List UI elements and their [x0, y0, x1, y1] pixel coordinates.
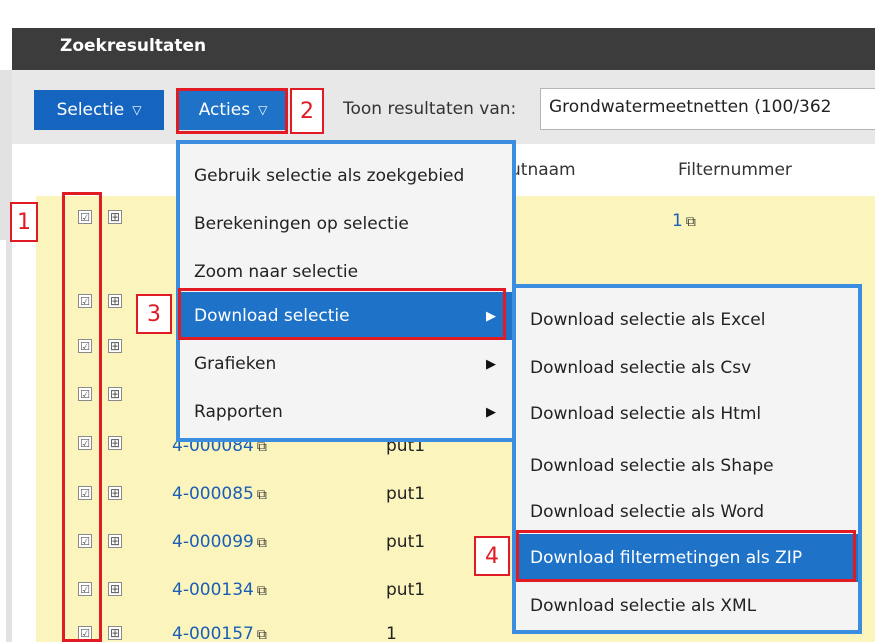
filter-link[interactable]: 1 — [672, 211, 683, 231]
putnaam-cell: put1 — [386, 484, 426, 504]
submenu-item-label: Download selectie als Excel — [530, 310, 766, 330]
row-link[interactable]: 4-000099 — [172, 532, 254, 552]
expand-icon[interactable]: ⊞ — [108, 436, 122, 450]
row-link-cell[interactable]: 4-000157 ⧉ — [172, 624, 267, 644]
annotation-box-zip — [516, 530, 856, 582]
row-link-cell[interactable]: 4-000134 ⧉ — [172, 580, 267, 600]
submenu-item-excel[interactable]: Download selectie als Excel — [516, 296, 858, 344]
expand-icon[interactable]: ⊞ — [108, 210, 122, 224]
menu-item-label: Grafieken — [194, 354, 277, 374]
external-link-icon: ⧉ — [685, 214, 696, 230]
menu-item-berekeningen[interactable]: Berekeningen op selectie — [180, 200, 512, 248]
submenu-arrow-icon: ▶ — [486, 356, 496, 372]
chevron-down-icon: ▽ — [132, 103, 142, 117]
menu-item-grafieken[interactable]: Grafieken ▶ — [180, 340, 512, 388]
annotation-label-3: 3 — [136, 294, 172, 334]
row-link-cell[interactable]: 4-000099 ⧉ — [172, 532, 267, 552]
menu-item-rapporten[interactable]: Rapporten ▶ — [180, 388, 512, 436]
external-link-icon: ⧉ — [256, 583, 267, 599]
menu-item-zoekgebied[interactable]: Gebruik selectie als zoekgebied — [180, 152, 512, 200]
column-header-filternummer[interactable]: Filternummer — [678, 160, 792, 180]
annotation-label-4: 4 — [474, 536, 510, 576]
external-link-icon: ⧉ — [256, 627, 267, 643]
submenu-item-shape[interactable]: Download selectie als Shape — [516, 442, 858, 490]
top-bar — [0, 0, 875, 28]
submenu-item-label: Download selectie als Html — [530, 404, 762, 424]
expand-icon[interactable]: ⊞ — [108, 486, 122, 500]
menu-item-label: Berekeningen op selectie — [194, 214, 409, 234]
external-link-icon: ⧉ — [256, 535, 267, 551]
annotation-label-2: 2 — [290, 88, 324, 134]
row-link[interactable]: 4-000134 — [172, 580, 254, 600]
toon-resultaten-label: Toon resultaten van: — [343, 99, 517, 119]
expand-icon[interactable]: ⊞ — [108, 339, 122, 353]
putnaam-cell: put1 — [386, 532, 426, 552]
expand-icon[interactable]: ⊞ — [108, 294, 122, 308]
submenu-item-xml[interactable]: Download selectie als XML — [516, 582, 858, 630]
toon-resultaten-select[interactable]: Grondwatermeetnetten (100/362 — [540, 88, 875, 130]
row-link[interactable]: 4-000157 — [172, 624, 254, 644]
annotation-box-checkboxes — [62, 192, 102, 642]
submenu-item-label: Download selectie als Csv — [530, 358, 752, 378]
panel-title: Zoekresultaten — [60, 36, 207, 56]
row-link[interactable]: 4-000085 — [172, 484, 254, 504]
column-header-putnaam[interactable]: utnaam — [510, 160, 576, 180]
submenu-item-label: Download selectie als Word — [530, 502, 765, 522]
expand-icon[interactable]: ⊞ — [108, 387, 122, 401]
selectie-button[interactable]: Selectie ▽ — [34, 90, 164, 130]
putnaam-cell: put1 — [386, 580, 426, 600]
selectie-label: Selectie — [56, 100, 125, 120]
submenu-item-label: Download selectie als XML — [530, 596, 757, 616]
left-pane-edge — [0, 240, 6, 642]
row-link-cell[interactable]: 4-000085 ⧉ — [172, 484, 267, 504]
submenu-item-csv[interactable]: Download selectie als Csv — [516, 344, 858, 392]
expand-icon[interactable]: ⊞ — [108, 582, 122, 596]
menu-item-label: Rapporten — [194, 402, 283, 422]
expand-icon[interactable]: ⊞ — [108, 626, 122, 640]
annotation-box-download-selectie — [178, 288, 506, 340]
submenu-arrow-icon: ▶ — [486, 404, 496, 420]
submenu-item-label: Download selectie als Shape — [530, 456, 774, 476]
filter-cell[interactable]: 1 ⧉ — [672, 211, 696, 231]
annotation-box-acties — [176, 88, 288, 134]
external-link-icon: ⧉ — [256, 487, 267, 503]
submenu-item-html[interactable]: Download selectie als Html — [516, 390, 858, 438]
menu-item-label: Zoom naar selectie — [194, 262, 359, 282]
expand-icon[interactable]: ⊞ — [108, 534, 122, 548]
putnaam-cell: 1 — [386, 624, 397, 644]
annotation-label-1: 1 — [10, 202, 38, 242]
menu-item-label: Gebruik selectie als zoekgebied — [194, 166, 465, 186]
submenu-item-word[interactable]: Download selectie als Word — [516, 488, 858, 536]
